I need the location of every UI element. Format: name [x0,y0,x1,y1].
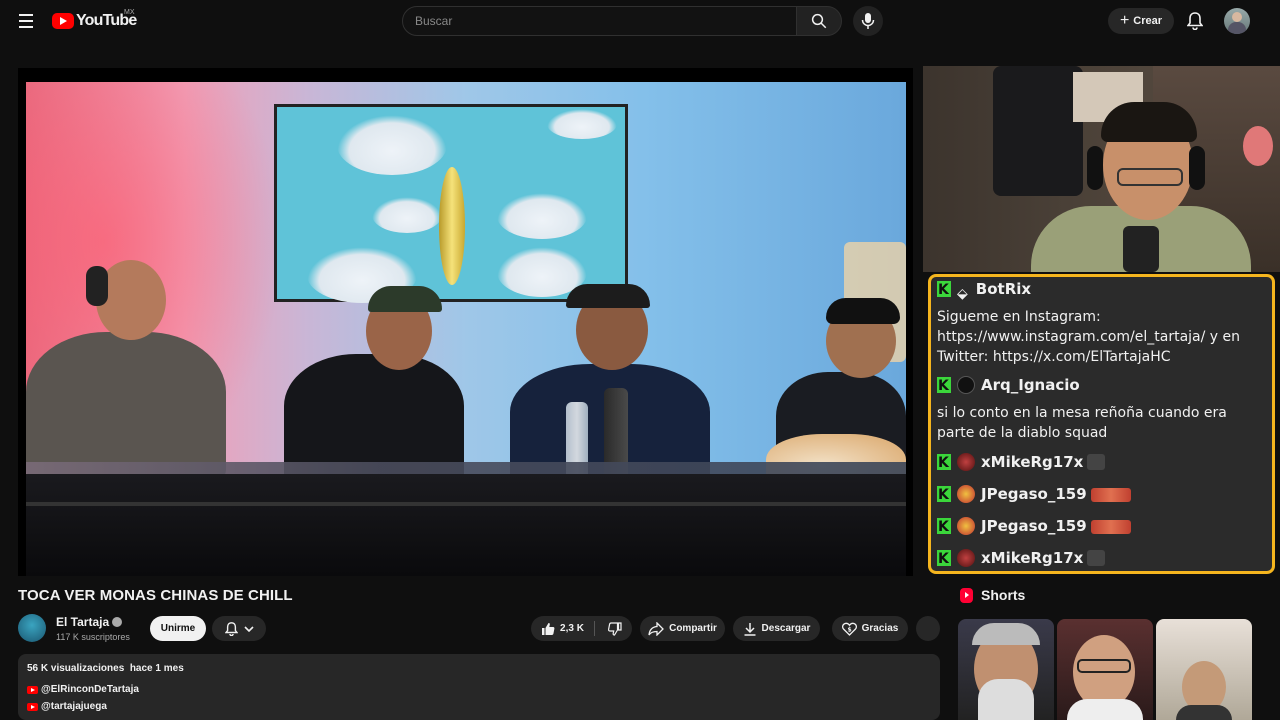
emote-icon [1090,488,1131,502]
kick-icon [937,517,951,537]
clock-graphic [439,167,465,285]
kick-chat-overlay: ⬙ BotRix Sigueme en Instagram: https://ww… [928,274,1275,574]
share-label: Compartir [669,623,717,634]
bot-icon: ⬙ [957,286,968,302]
download-label: Descargar [761,623,811,634]
chat-username: xMikeRg17x [981,453,1084,471]
like-count: 2,3 K [560,623,584,634]
view-stats: 56 K visualizaciones hace 1 mes [27,663,184,674]
create-label: Crear [1133,15,1163,27]
download-icon [744,622,756,636]
dislike-button[interactable] [600,621,630,636]
search-box [402,6,797,36]
subscriber-count: 117 K suscriptores [56,632,130,642]
channel-link[interactable]: @ElRinconDeTartaja [27,684,139,695]
video-frame [26,82,906,576]
channel-link-text: @ElRinconDeTartaja [41,684,139,695]
chat-message: JPegaso_159 [937,484,1267,505]
emote-icon [1087,454,1106,470]
chat-username: JPegaso_159 [981,517,1087,535]
plus-icon: + [1119,12,1130,29]
thanks-label: Gracias [861,623,899,634]
video-title: TOCA VER MONAS CHINAS DE CHILL [18,587,293,604]
chat-message: xMikeRg17x [937,452,1267,473]
channel-link-text: @tartajajuega [41,701,107,712]
search-icon [811,13,827,29]
channel-link[interactable]: @tartajajuega [27,701,107,712]
svg-text:$: $ [847,626,851,633]
subscription-bell-button[interactable] [212,616,266,641]
emote-icon [1087,550,1106,566]
shorts-icon [960,587,973,603]
video-player[interactable] [18,68,913,576]
chat-message: Arq_Ignacio [937,375,1267,396]
like-dislike-group: 2,3 K [531,616,632,641]
short-thumbnail[interactable] [958,619,1054,720]
chat-username: BotRix [975,280,1032,298]
country-code: MX [124,9,135,16]
search-button[interactable] [796,6,842,36]
chat-message: ⬙ BotRix [937,279,1267,304]
user-avatar [957,453,975,471]
channel-name[interactable]: El Tartaja [56,615,123,629]
chat-message: xMikeRg17x [937,548,1267,569]
youtube-play-icon [52,13,74,29]
chevron-down-icon [243,625,254,632]
search-input[interactable] [403,7,796,35]
bell-icon [224,621,238,636]
youtube-icon [27,702,38,711]
chat-message: JPegaso_159 [937,516,1267,537]
notifications-button[interactable] [1183,9,1207,33]
short-thumbnail[interactable] [1156,619,1252,720]
thanks-button[interactable]: $ Gracias [832,616,908,641]
download-button[interactable]: Descargar [733,616,820,641]
share-icon [648,621,665,636]
like-button[interactable]: 2,3 K [533,621,595,636]
share-button[interactable]: Compartir [640,616,725,641]
streamer-webcam [923,66,1280,272]
shorts-label: Shorts [981,587,1026,603]
kick-icon [937,549,951,569]
thumbs-down-icon [607,621,622,636]
user-avatar [957,485,975,503]
chat-username: JPegaso_159 [981,485,1087,503]
youtube-icon [27,685,38,694]
kick-icon [937,280,951,300]
shorts-header: Shorts [960,587,1025,603]
join-button[interactable]: Unirme [150,616,206,641]
user-avatar [957,517,975,535]
kick-icon [937,376,951,396]
more-actions-button[interactable] [916,616,940,641]
thumbs-up-icon [542,622,555,635]
chat-text: si lo conto en la mesa reñoña cuando era… [937,405,1227,441]
verified-icon [112,617,123,627]
menu-icon[interactable] [14,10,38,32]
kick-icon [937,485,951,505]
account-avatar[interactable] [1224,8,1250,34]
bell-icon [1187,12,1203,30]
chat-username: xMikeRg17x [981,549,1084,567]
user-avatar [957,549,975,567]
desk [26,474,906,576]
voice-search-button[interactable] [853,6,883,36]
emote-icon [1090,520,1131,534]
masthead: YouTube MX + Crear [0,0,1280,42]
create-button[interactable]: + Crear [1108,8,1174,34]
kick-icon [937,453,951,473]
chat-username: Arq_Ignacio [981,376,1080,394]
chat-text: Sigueme en Instagram: https://www.instag… [937,309,1241,365]
channel-name-text: El Tartaja [56,615,110,629]
channel-avatar[interactable] [18,614,46,642]
tv-screen [274,104,628,303]
description-box[interactable]: 56 K visualizaciones hace 1 mes @ElRinco… [18,654,940,720]
user-icon [957,376,975,394]
mic-icon [861,13,875,29]
super-thanks-icon: $ [841,622,857,636]
short-thumbnail[interactable] [1057,619,1153,720]
